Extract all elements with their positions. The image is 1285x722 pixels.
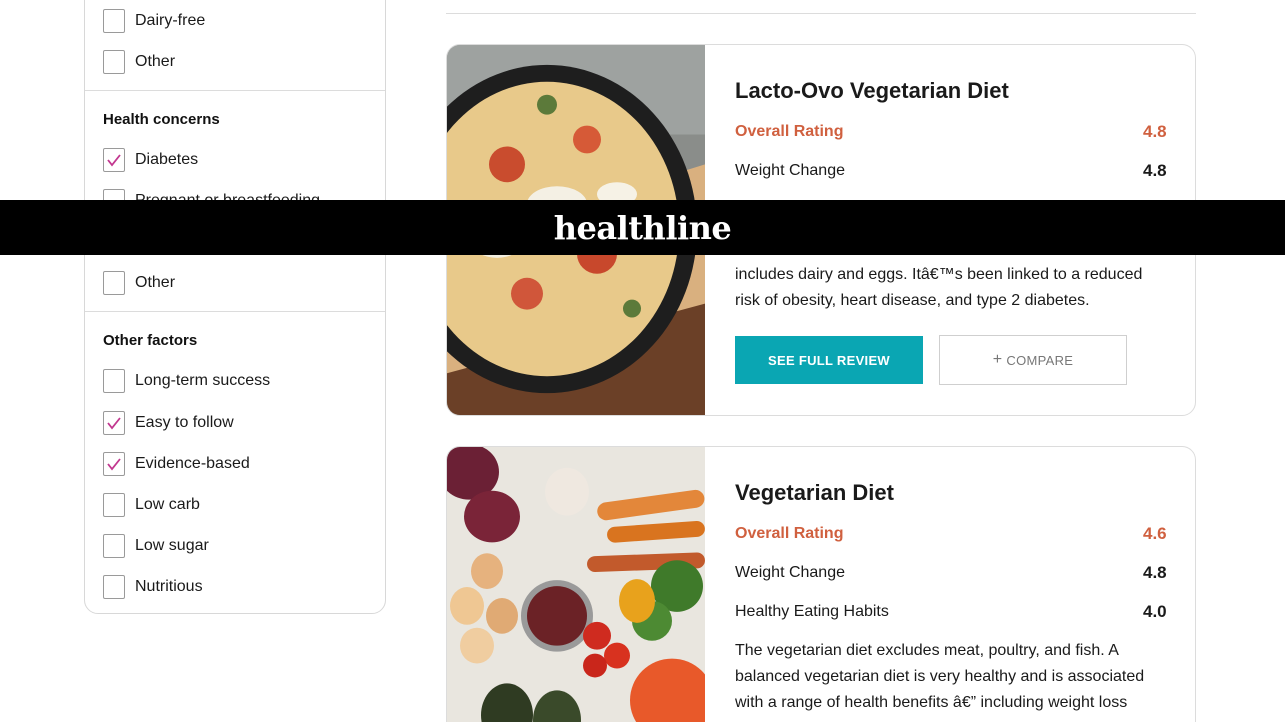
diet-photo-vegetables[interactable] — [447, 447, 705, 722]
rating-label-weight-change: Weight Change — [735, 564, 845, 581]
description-line: risk of obesity, heart disease, and type… — [735, 292, 1090, 309]
checkbox[interactable] — [103, 50, 125, 74]
vegetables-image — [447, 447, 705, 722]
diet-card-vegetarian: Vegetarian Diet Overall Rating 4.6 Weigh… — [446, 446, 1196, 722]
filter-option-other-concern[interactable]: Other — [103, 270, 175, 296]
see-full-review-button[interactable]: SEE FULL REVIEW — [735, 336, 923, 384]
rating-value-overall: 4.8 — [1143, 122, 1167, 141]
filter-option-label: Easy to follow — [135, 414, 234, 431]
checkbox[interactable] — [103, 369, 125, 393]
compare-button[interactable]: + COMPARE — [939, 335, 1127, 385]
filter-option-evidence-based[interactable]: Evidence-based — [103, 451, 250, 477]
filter-group-title-health-concerns: Health concerns — [103, 111, 220, 128]
description-line: balanced vegetarian diet is very healthy… — [735, 668, 1145, 685]
rating-value-weight-change: 4.8 — [1143, 161, 1167, 180]
checkbox[interactable] — [103, 9, 125, 33]
diet-title[interactable]: Lacto-Ovo Vegetarian Diet — [735, 78, 1009, 104]
checkbox[interactable] — [103, 534, 125, 558]
filter-option-label: Nutritious — [135, 578, 203, 595]
filter-option-low-carb[interactable]: Low carb — [103, 492, 200, 518]
filter-option-label: Diabetes — [135, 151, 199, 168]
filter-option-label: Evidence-based — [135, 455, 250, 472]
checkbox[interactable] — [103, 575, 125, 599]
description-line: with a range of health benefits â€” incl… — [735, 694, 1128, 711]
plus-icon: + — [992, 351, 1003, 368]
filter-panel: Dairy-free Other Health concerns Diabete… — [84, 0, 386, 614]
divider — [85, 311, 385, 312]
diet-description: includes dairy and eggs. Itâ€™s been lin… — [735, 262, 1175, 314]
rating-value-overall: 4.6 — [1143, 524, 1167, 543]
filter-option-other-diet[interactable]: Other — [103, 49, 175, 75]
compare-label: COMPARE — [1006, 352, 1074, 368]
filter-group-title-other-factors: Other factors — [103, 332, 198, 349]
checkbox-checked[interactable] — [103, 452, 125, 476]
filter-option-long-term-success[interactable]: Long-term success — [103, 368, 270, 394]
filter-option-label: Dairy-free — [135, 12, 206, 29]
filter-option-label: Low sugar — [135, 537, 209, 554]
divider — [446, 13, 1196, 14]
diet-description: The vegetarian diet excludes meat, poult… — [735, 638, 1175, 716]
rating-label-overall: Overall Rating — [735, 123, 844, 140]
checkmark-icon — [107, 417, 121, 430]
checkbox[interactable] — [103, 271, 125, 295]
diet-title[interactable]: Vegetarian Diet — [735, 480, 894, 506]
healthline-logo[interactable]: healthline — [554, 209, 732, 247]
rating-label-overall: Overall Rating — [735, 525, 844, 542]
filter-option-diabetes[interactable]: Diabetes — [103, 147, 198, 173]
filter-option-nutritious[interactable]: Nutritious — [103, 574, 203, 600]
checkbox[interactable] — [103, 493, 125, 517]
filter-option-label: Low carb — [135, 496, 200, 513]
rating-value-weight-change: 4.8 — [1143, 563, 1167, 582]
rating-label-healthy-eating: Healthy Eating Habits — [735, 603, 889, 620]
divider — [85, 90, 385, 91]
checkmark-icon — [107, 154, 121, 167]
rating-value-healthy-eating: 4.0 — [1143, 602, 1167, 621]
description-line: The vegetarian diet excludes meat, poult… — [735, 642, 1119, 659]
description-line: includes dairy and eggs. Itâ€™s been lin… — [735, 266, 1143, 283]
site-header: healthline — [0, 200, 1285, 255]
filter-option-dairy-free[interactable]: Dairy-free — [103, 8, 205, 34]
filter-option-label: Long-term success — [135, 372, 271, 389]
filter-option-label: Other — [135, 53, 176, 70]
checkbox-checked[interactable] — [103, 148, 125, 172]
filter-option-label: Other — [135, 274, 176, 291]
rating-label-weight-change: Weight Change — [735, 162, 845, 179]
filter-option-low-sugar[interactable]: Low sugar — [103, 533, 209, 559]
filter-option-easy-to-follow[interactable]: Easy to follow — [103, 410, 234, 436]
page: Dairy-free Other Health concerns Diabete… — [0, 0, 1285, 722]
checkmark-icon — [107, 458, 121, 471]
checkbox-checked[interactable] — [103, 411, 125, 435]
